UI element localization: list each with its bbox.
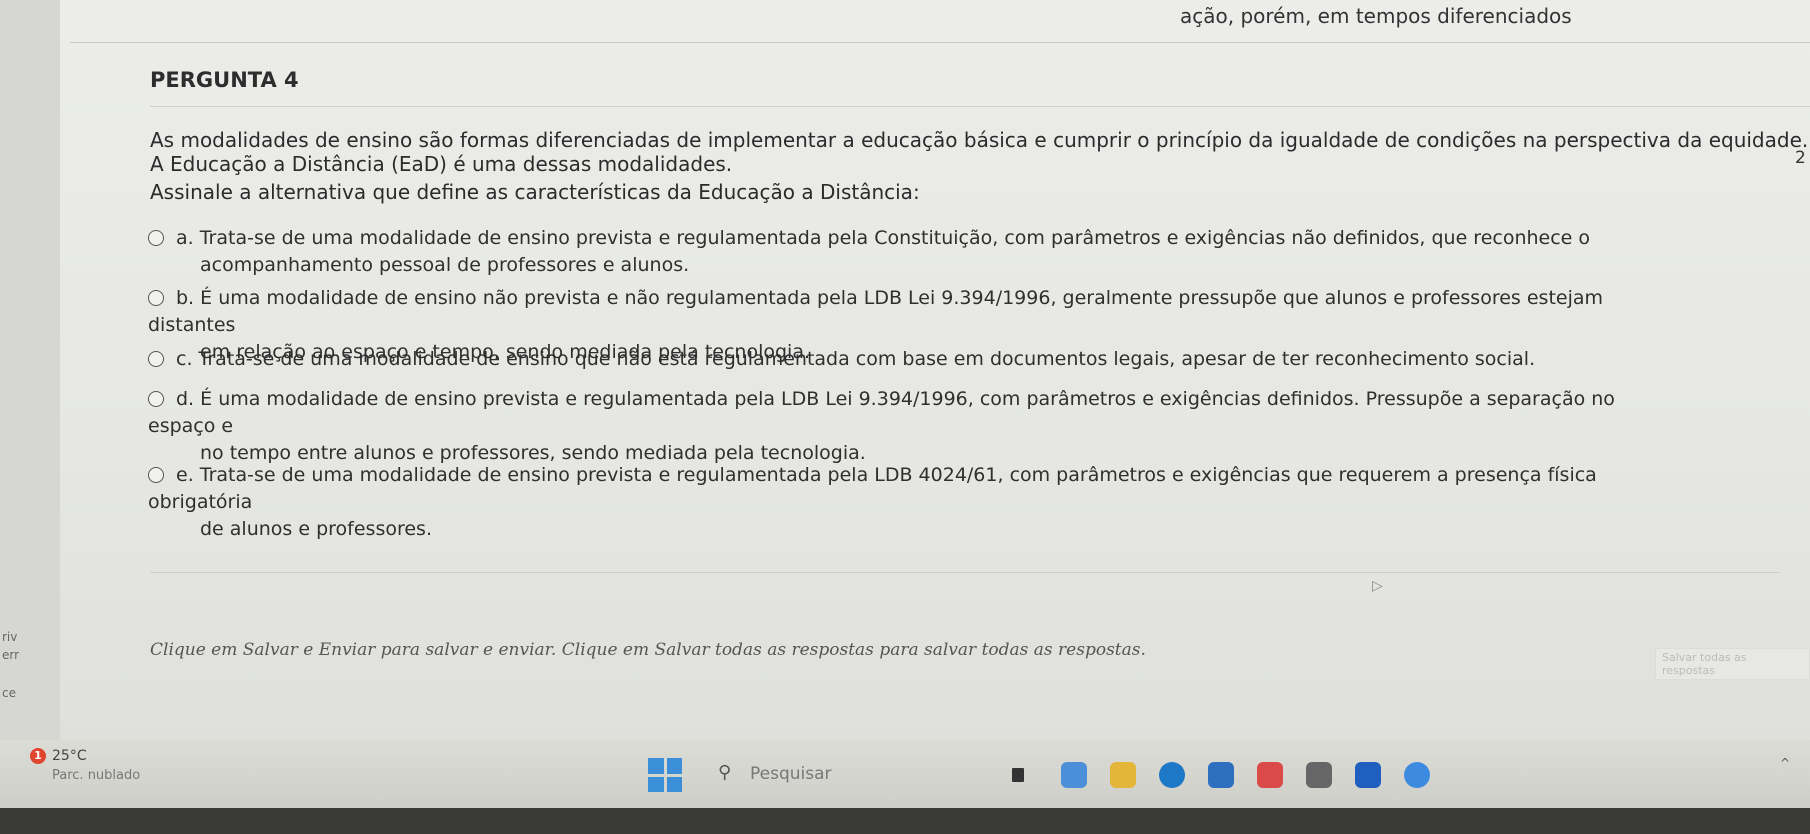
- dropbox-icon[interactable]: [1355, 762, 1381, 788]
- quiz-page: riv err ce ação, porém, em tempos difere…: [0, 0, 1810, 740]
- start-button[interactable]: [648, 758, 682, 792]
- chrome-icon[interactable]: [1257, 762, 1283, 788]
- save-all-button[interactable]: Salvar todas as respostas: [1655, 648, 1810, 680]
- answer-option-a[interactable]: a. Trata-se de uma modalidade de ensino …: [148, 225, 1648, 279]
- option-letter: e.: [176, 464, 194, 486]
- video-icon[interactable]: [1306, 762, 1332, 788]
- chevron-up-icon[interactable]: ^: [1780, 756, 1790, 770]
- option-text: Trata-se de uma modalidade de ensino pre…: [148, 464, 1597, 513]
- option-text: Trata-se de uma modalidade de ensino que…: [198, 348, 1536, 370]
- folder-icon[interactable]: [1110, 762, 1136, 788]
- mouse-cursor-icon: ▷: [1372, 578, 1383, 594]
- weather-description[interactable]: Parc. nublado: [52, 768, 140, 783]
- option-text-cont: acompanhamento pessoal de professores e …: [200, 254, 690, 276]
- answer-option-c[interactable]: c. Trata-se de uma modalidade de ensino …: [148, 346, 1648, 373]
- previous-question-snippet: ação, porém, em tempos diferenciados: [1180, 4, 1572, 28]
- option-letter: c.: [176, 348, 193, 370]
- option-text: É uma modalidade de ensino prevista e re…: [148, 388, 1615, 437]
- weather-temperature[interactable]: 25°C: [52, 748, 87, 764]
- divider: [150, 572, 1780, 573]
- radio-button[interactable]: [148, 290, 164, 306]
- taskbar-search[interactable]: ⚲ Pesquisar: [714, 758, 884, 790]
- question-stem-line: A Educação a Distância (EaD) é uma dessa…: [150, 152, 733, 176]
- photos-icon[interactable]: [1061, 762, 1087, 788]
- chrome-alt-icon[interactable]: [1404, 762, 1430, 788]
- windows-logo-icon: [648, 758, 664, 774]
- question-stem-line: As modalidades de ensino são formas dife…: [150, 128, 1809, 152]
- option-text-cont: de alunos e professores.: [200, 518, 432, 540]
- divider: [150, 106, 1810, 107]
- store-icon[interactable]: [1208, 762, 1234, 788]
- radio-button[interactable]: [148, 230, 164, 246]
- option-letter: b.: [176, 287, 195, 309]
- edge-icon[interactable]: [1159, 762, 1185, 788]
- radio-button[interactable]: [148, 351, 164, 367]
- answer-option-e[interactable]: e. Trata-se de uma modalidade de ensino …: [148, 462, 1648, 543]
- option-letter: a.: [176, 227, 194, 249]
- radio-button[interactable]: [148, 391, 164, 407]
- answer-option-d[interactable]: d. É uma modalidade de ensino prevista e…: [148, 386, 1648, 467]
- search-placeholder: Pesquisar: [750, 764, 832, 784]
- save-instructions: Clique em Salvar e Enviar para salvar e …: [150, 640, 1146, 660]
- option-letter: d.: [176, 388, 195, 410]
- left-sidebar-strip: riv err ce: [0, 0, 60, 740]
- file-explorer-icon[interactable]: [1012, 768, 1024, 782]
- left-strip-text: err: [2, 648, 20, 662]
- left-strip-text: ce: [2, 686, 16, 700]
- option-text: É uma modalidade de ensino não prevista …: [148, 287, 1604, 336]
- screen-bezel: [0, 808, 1810, 834]
- weather-alert-icon[interactable]: 1: [30, 748, 46, 764]
- radio-button[interactable]: [148, 467, 164, 483]
- taskbar: 1 25°C Parc. nublado ⚲ Pesquisar ^: [0, 740, 1810, 808]
- divider: [70, 42, 1810, 43]
- question-title: PERGUNTA 4: [150, 68, 299, 92]
- option-text: Trata-se de uma modalidade de ensino pre…: [199, 227, 1591, 249]
- search-icon: ⚲: [718, 762, 732, 783]
- left-strip-text: riv: [2, 630, 18, 644]
- question-prompt: Assinale a alternativa que define as car…: [150, 180, 920, 204]
